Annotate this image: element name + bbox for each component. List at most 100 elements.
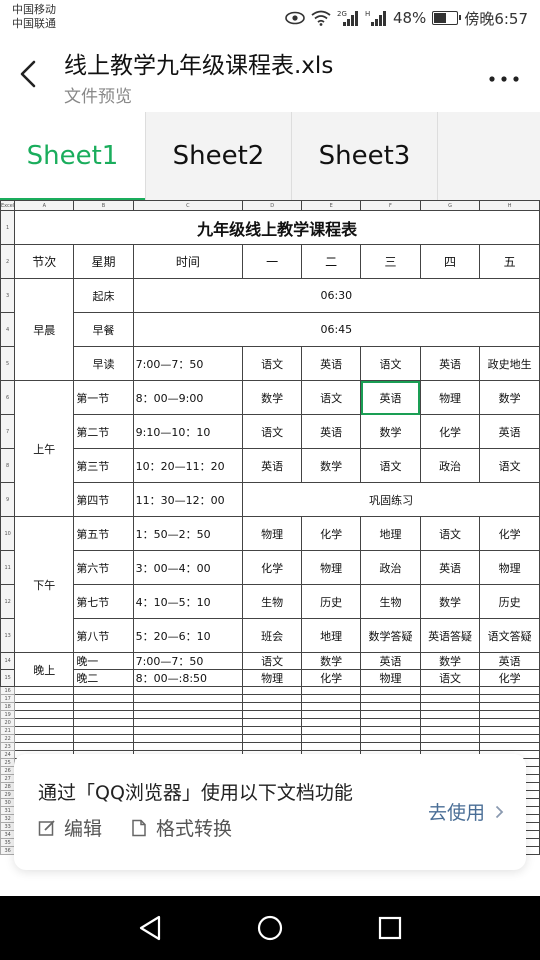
subject-cell[interactable]: 政治 xyxy=(419,448,481,483)
recents-square-icon[interactable] xyxy=(370,908,410,948)
empty-cell[interactable] xyxy=(419,718,481,727)
subject-cell[interactable]: 物理 xyxy=(242,516,303,551)
section-cell[interactable]: 下午 xyxy=(14,516,75,653)
empty-cell[interactable] xyxy=(242,718,303,727)
empty-cell[interactable] xyxy=(14,710,75,719)
empty-cell[interactable] xyxy=(479,718,540,727)
period-cell[interactable]: 第七节 xyxy=(73,584,134,619)
empty-cell[interactable] xyxy=(132,710,244,719)
subject-cell[interactable]: 英语 xyxy=(301,346,362,381)
empty-cell[interactable] xyxy=(479,702,540,711)
empty-cell[interactable] xyxy=(301,694,362,703)
empty-cell[interactable] xyxy=(242,734,303,743)
subject-cell[interactable]: 语文答疑 xyxy=(479,618,540,653)
empty-cell[interactable] xyxy=(14,694,75,703)
empty-cell[interactable] xyxy=(419,710,481,719)
period-cell[interactable]: 第八节 xyxy=(73,618,134,653)
subject-cell[interactable]: 化学 xyxy=(419,414,481,449)
home-circle-icon[interactable] xyxy=(250,908,290,948)
empty-cell[interactable] xyxy=(14,686,75,695)
empty-cell[interactable] xyxy=(14,726,75,735)
empty-cell[interactable] xyxy=(301,702,362,711)
subject-cell[interactable]: 英语 xyxy=(301,414,362,449)
subject-cell[interactable]: 英语 xyxy=(419,346,481,381)
empty-cell[interactable] xyxy=(360,734,421,743)
selected-cell[interactable]: 英语 xyxy=(360,380,421,415)
empty-cell[interactable] xyxy=(419,742,481,751)
empty-cell[interactable] xyxy=(73,742,134,751)
subject-cell[interactable]: 语文 xyxy=(242,346,303,381)
subject-cell[interactable]: 政史地生 xyxy=(479,346,540,381)
empty-cell[interactable] xyxy=(479,726,540,735)
subject-cell[interactable]: 英语 xyxy=(242,448,303,483)
empty-cell[interactable] xyxy=(242,742,303,751)
subject-cell[interactable]: 英语 xyxy=(419,550,481,585)
tab-sheet3[interactable]: Sheet3 xyxy=(292,112,438,200)
empty-cell[interactable] xyxy=(132,726,244,735)
section-cell[interactable]: 上午 xyxy=(14,380,75,517)
empty-cell[interactable] xyxy=(301,726,362,735)
time-cell[interactable]: 7:00—7：50 xyxy=(132,346,244,381)
empty-cell[interactable] xyxy=(73,702,134,711)
empty-cell[interactable] xyxy=(360,694,421,703)
empty-cell[interactable] xyxy=(132,694,244,703)
empty-cell[interactable] xyxy=(419,694,481,703)
subject-cell[interactable]: 语文 xyxy=(419,669,481,687)
time-cell[interactable]: 3：00—4：00 xyxy=(132,550,244,585)
subject-cell[interactable]: 数学 xyxy=(419,584,481,619)
empty-cell[interactable] xyxy=(132,734,244,743)
subject-cell[interactable]: 物理 xyxy=(479,550,540,585)
time-cell[interactable]: 9:10—10：10 xyxy=(132,414,244,449)
empty-cell[interactable] xyxy=(73,694,134,703)
subject-cell[interactable]: 物理 xyxy=(242,669,303,687)
subject-cell[interactable]: 数学 xyxy=(301,652,362,670)
subject-cell[interactable]: 物理 xyxy=(360,669,421,687)
header-cell[interactable]: 四 xyxy=(419,244,481,279)
empty-cell[interactable] xyxy=(419,726,481,735)
subject-cell[interactable]: 历史 xyxy=(301,584,362,619)
time-cell[interactable]: 06:30 xyxy=(132,278,540,313)
empty-cell[interactable] xyxy=(360,718,421,727)
period-cell[interactable]: 第二节 xyxy=(73,414,134,449)
empty-cell[interactable] xyxy=(479,734,540,743)
subject-cell[interactable]: 生物 xyxy=(360,584,421,619)
empty-cell[interactable] xyxy=(73,726,134,735)
empty-cell[interactable] xyxy=(301,742,362,751)
subject-cell[interactable]: 语文 xyxy=(479,448,540,483)
period-cell[interactable]: 晚二 xyxy=(73,669,134,687)
period-cell[interactable]: 第五节 xyxy=(73,516,134,551)
section-cell[interactable]: 晚上 xyxy=(14,652,75,687)
subject-cell[interactable]: 物理 xyxy=(301,550,362,585)
empty-cell[interactable] xyxy=(242,710,303,719)
subject-cell[interactable]: 化学 xyxy=(479,669,540,687)
convert-feature[interactable]: 格式转换 xyxy=(130,814,232,841)
time-cell[interactable]: 4：10—5：10 xyxy=(132,584,244,619)
empty-cell[interactable] xyxy=(301,734,362,743)
empty-cell[interactable] xyxy=(132,702,244,711)
subject-cell[interactable]: 语文 xyxy=(301,380,362,415)
subject-cell[interactable]: 数学 xyxy=(419,652,481,670)
section-cell[interactable]: 早晨 xyxy=(14,278,75,381)
back-button[interactable] xyxy=(16,54,48,94)
empty-cell[interactable] xyxy=(73,710,134,719)
empty-cell[interactable] xyxy=(360,702,421,711)
empty-cell[interactable] xyxy=(132,686,244,695)
empty-cell[interactable] xyxy=(479,742,540,751)
subject-cell[interactable]: 化学 xyxy=(301,516,362,551)
empty-cell[interactable] xyxy=(73,734,134,743)
subject-cell[interactable]: 语文 xyxy=(419,516,481,551)
period-cell[interactable]: 第四节 xyxy=(73,482,134,517)
subject-cell[interactable]: 历史 xyxy=(479,584,540,619)
qq-browser-promo-card[interactable]: 通过「QQ浏览器」使用以下文档功能 编辑 格式转换 去使用 xyxy=(14,754,526,870)
subject-cell[interactable]: 数学 xyxy=(360,414,421,449)
time-cell[interactable]: 11：30—12：00 xyxy=(132,482,244,517)
empty-cell[interactable] xyxy=(242,694,303,703)
header-cell[interactable]: 节次 xyxy=(14,244,75,279)
empty-cell[interactable] xyxy=(419,686,481,695)
subject-cell[interactable]: 政治 xyxy=(360,550,421,585)
empty-cell[interactable] xyxy=(73,718,134,727)
empty-cell[interactable] xyxy=(479,710,540,719)
empty-cell[interactable] xyxy=(479,694,540,703)
empty-cell[interactable] xyxy=(132,742,244,751)
time-cell[interactable]: 5：20—6：10 xyxy=(132,618,244,653)
